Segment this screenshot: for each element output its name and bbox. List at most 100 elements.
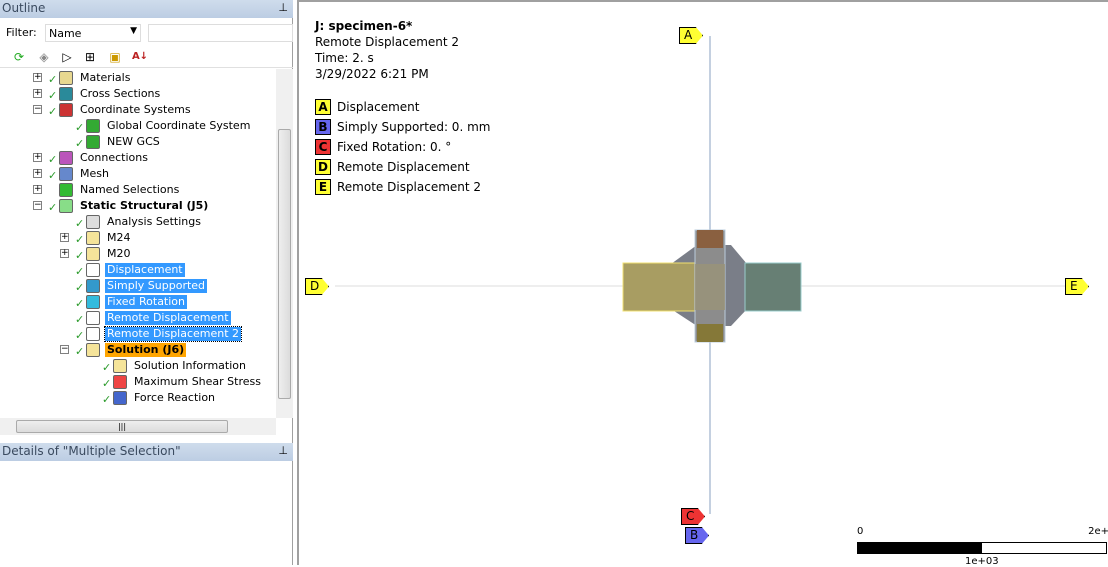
check-icon: ✓: [48, 89, 58, 102]
tree-item[interactable]: + ✓ M20: [0, 246, 276, 262]
scale-min: 0: [857, 526, 864, 537]
check-icon: ✓: [48, 73, 58, 86]
top-cap: [697, 230, 723, 248]
tree-item[interactable]: + ✓ Materials: [0, 70, 276, 86]
tree-item-label: NEW GCS: [107, 135, 160, 148]
tree-item[interactable]: ✓ Displacement: [0, 262, 276, 278]
coordinate-system-icon: [86, 135, 100, 149]
folder-icon: [86, 247, 100, 261]
shear-stress-icon: [113, 375, 127, 389]
tree-item[interactable]: ✓ Solution Information: [0, 358, 276, 374]
collapse-icon[interactable]: −: [60, 345, 69, 354]
displacement-icon: [86, 263, 100, 277]
simply-supported-icon: [86, 279, 100, 293]
tree-item-label: Displacement: [105, 263, 185, 277]
scroll-thumb[interactable]: [278, 129, 291, 399]
left-member: [622, 262, 696, 312]
check-icon: ✓: [48, 201, 58, 214]
expand-icon[interactable]: +: [33, 169, 42, 178]
tree-item-label: Mesh: [80, 167, 109, 180]
check-icon: ✓: [48, 153, 58, 166]
pin-icon[interactable]: ⊥: [278, 444, 288, 457]
expand-all-icon[interactable]: ⊞: [81, 48, 99, 66]
check-icon: ✓: [75, 137, 85, 150]
tree-item-label: Solution Information: [134, 359, 246, 372]
expand-icon[interactable]: +: [60, 233, 69, 242]
check-icon: ✓: [75, 217, 85, 230]
tree-item-label: Static Structural (J5): [80, 199, 209, 212]
details-header: Details of "Multiple Selection" ⊥: [0, 443, 293, 461]
outline-tree: + ✓ Materials + ✓ Cross Sections − ✓ Coordinate …: [0, 69, 276, 418]
filter-bar: Filter: Name ▼: [0, 22, 293, 44]
scale-bar-graphic: [857, 542, 1107, 554]
left-panel: Outline ⊥ Filter: Name ▼ ⟳ ◈ ▷ ⊞ ▣ A↓ + ✓ Ma…: [0, 0, 293, 565]
check-icon: ✓: [75, 313, 85, 326]
tree-item[interactable]: − ✓ Coordinate Systems: [0, 102, 276, 118]
expand-icon[interactable]: +: [33, 153, 42, 162]
tree-item-label: M24: [107, 231, 131, 244]
bolt-zone: [695, 264, 725, 310]
expand-icon[interactable]: +: [33, 185, 42, 194]
filter-input[interactable]: [148, 24, 293, 42]
eraser-icon[interactable]: ◈: [35, 48, 53, 66]
expand-icon[interactable]: +: [60, 249, 69, 258]
scroll-thumb[interactable]: |||: [16, 420, 228, 433]
remote-displacement-icon: [86, 311, 100, 325]
refresh-icon[interactable]: ⟳: [10, 48, 28, 66]
tree-item[interactable]: ✓ Force Reaction: [0, 390, 276, 406]
tree-item-label: Fixed Rotation: [105, 295, 188, 309]
tree-item[interactable]: − ✓ Static Structural (J5): [0, 198, 276, 214]
check-icon: ✓: [75, 233, 85, 246]
tree-item[interactable]: + ✓ Mesh: [0, 166, 276, 182]
tree-item[interactable]: ✓ Remote Displacement: [0, 310, 276, 326]
expand-icon[interactable]: +: [33, 89, 42, 98]
vertical-scrollbar[interactable]: [276, 69, 293, 418]
tree-expand-icon[interactable]: ▷: [58, 48, 76, 66]
chevron-down-icon: ▼: [130, 26, 137, 36]
sort-az-icon[interactable]: A↓: [131, 48, 149, 66]
solution-icon: [86, 343, 100, 357]
tree-item[interactable]: ✓ Analysis Settings: [0, 214, 276, 230]
tree-item-label: Remote Displacement: [105, 311, 231, 325]
collapse-icon[interactable]: −: [33, 105, 42, 114]
filter-select[interactable]: Name ▼: [45, 24, 141, 42]
tree-item[interactable]: ✓ Fixed Rotation: [0, 294, 276, 310]
tree-item[interactable]: + ✓ M24: [0, 230, 276, 246]
tree-item[interactable]: + Named Selections: [0, 182, 276, 198]
pin-icon[interactable]: ⊥: [278, 1, 288, 14]
tree-item[interactable]: ✓ Remote Displacement 2: [0, 326, 276, 342]
expand-icon[interactable]: +: [33, 73, 42, 82]
folder-icon[interactable]: ▣: [106, 48, 124, 66]
tree-item[interactable]: + ✓ Cross Sections: [0, 86, 276, 102]
named-selections-icon: [59, 183, 73, 197]
remote-displacement-icon: [86, 327, 100, 341]
tree-item-label: Force Reaction: [134, 391, 216, 404]
graphics-viewport[interactable]: J: specimen-6* Remote Displacement 2 Tim…: [297, 0, 1108, 567]
check-icon: ✓: [48, 169, 58, 182]
check-icon: ✓: [102, 361, 112, 374]
check-icon: ✓: [75, 281, 85, 294]
tree-item[interactable]: + ✓ Connections: [0, 150, 276, 166]
tree-item[interactable]: ✓ NEW GCS: [0, 134, 276, 150]
tree-item-label: Remote Displacement 2: [103, 326, 243, 342]
check-icon: ✓: [102, 377, 112, 390]
tree-item[interactable]: ✓ Simply Supported: [0, 278, 276, 294]
outline-toolbar: ⟳ ◈ ▷ ⊞ ▣ A↓: [0, 46, 293, 68]
cross-sections-icon: [59, 87, 73, 101]
check-icon: ✓: [75, 121, 85, 134]
outline-title: Outline: [2, 1, 46, 15]
tree-item-label: Coordinate Systems: [80, 103, 191, 116]
materials-icon: [59, 71, 73, 85]
collapse-icon[interactable]: −: [33, 201, 42, 210]
tree-item[interactable]: ✓ Global Coordinate System: [0, 118, 276, 134]
check-icon: ✓: [48, 105, 58, 118]
right-member: [744, 262, 802, 312]
tree-item[interactable]: − ✓ Solution (J6): [0, 342, 276, 358]
solution-information-icon: [113, 359, 127, 373]
tree-item-label: M20: [107, 247, 131, 260]
tree-item-label: Materials: [80, 71, 131, 84]
mesh-icon: [59, 167, 73, 181]
tree-item[interactable]: ✓ Maximum Shear Stress: [0, 374, 276, 390]
horizontal-scrollbar[interactable]: |||: [0, 418, 276, 435]
analysis-settings-icon: [86, 215, 100, 229]
